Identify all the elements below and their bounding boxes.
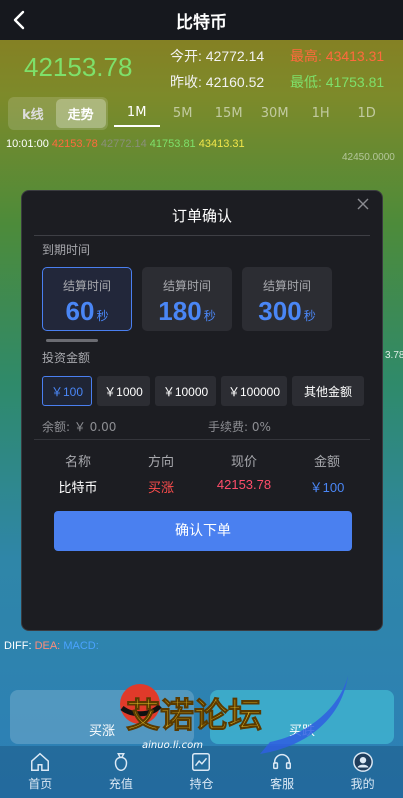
- tab-1h[interactable]: 1H: [298, 101, 344, 126]
- high-label: 最高:: [290, 48, 322, 64]
- time-option-label: 结算时间: [62, 279, 111, 293]
- prev-close-value: 42160.52: [205, 74, 265, 90]
- header-amount: 金额: [313, 455, 340, 470]
- back-arrow-icon[interactable]: [8, 8, 32, 32]
- tab-trend[interactable]: 走势: [55, 98, 106, 128]
- top-bar: 比特币: [0, 0, 403, 40]
- high-value: 43413.31: [325, 48, 385, 64]
- nav-mine-label: 我的: [350, 777, 375, 791]
- prev-close-label: 昨收:: [170, 74, 202, 90]
- order-direction: 买涨: [147, 481, 174, 496]
- time-option-unit: 秒: [96, 309, 109, 323]
- low-stat: 最低: 41753.81: [290, 72, 384, 92]
- time-option-300[interactable]: 结算时间 300 秒: [242, 267, 332, 331]
- nav-support[interactable]: 客服: [247, 751, 317, 792]
- low-label: 最低:: [290, 74, 322, 90]
- tick-time: 10:01:00: [6, 138, 49, 150]
- amount-label: 投资金额: [42, 351, 91, 365]
- open-stat: 今开: 42772.14: [170, 46, 264, 66]
- watermark-sub: ainuo.li.com: [142, 740, 203, 751]
- nav-recharge-label: 充值: [108, 777, 133, 791]
- time-option-value: 180: [158, 296, 202, 326]
- expiry-label: 到期时间: [42, 243, 91, 257]
- price-summary: 42153.78 今开: 42772.14 最高: 43413.31 昨收: 4…: [0, 40, 403, 92]
- tick-v2: 42772.14: [100, 138, 147, 150]
- tick-info: 10:01:00 42153.78 42772.14 41753.81 4341…: [6, 138, 245, 150]
- watermark-logo: 艾诺论坛 ainuo.li.com: [110, 676, 360, 756]
- tab-5m[interactable]: 5M: [160, 101, 206, 126]
- header-name: 名称: [64, 455, 91, 470]
- axis-top-label: 42450.0000: [342, 152, 395, 163]
- tab-1d[interactable]: 1D: [344, 101, 390, 126]
- tab-kline[interactable]: k线: [10, 99, 56, 128]
- amount-option-100[interactable]: ￥100: [42, 376, 92, 406]
- amount-option-10000[interactable]: ￥10000: [155, 376, 216, 406]
- open-value: 42772.14: [205, 48, 265, 64]
- tab-30m[interactable]: 30M: [252, 101, 298, 126]
- home-icon: [31, 752, 50, 771]
- close-icon[interactable]: [356, 197, 370, 211]
- tab-15m[interactable]: 15M: [206, 101, 252, 126]
- time-option-value: 300: [258, 296, 302, 326]
- chart-tabs: k线 走势 1M 5M 15M 30M 1H 1D: [8, 96, 403, 130]
- balance-text: 余额: ￥ 0.00: [42, 420, 117, 434]
- tab-1m[interactable]: 1M: [113, 100, 160, 127]
- divider: [34, 439, 370, 440]
- nav-home[interactable]: 首页: [5, 751, 75, 792]
- dialog-title: 订单确认: [171, 207, 232, 225]
- axis-mid-label: 3.78: [385, 350, 403, 361]
- tick-v4: 43413.31: [198, 138, 245, 150]
- order-name: 比特币: [58, 481, 98, 496]
- time-option-60[interactable]: 结算时间 60 秒: [42, 267, 132, 331]
- fee-text: 手续费: 0%: [208, 420, 271, 434]
- nav-home-label: 首页: [28, 777, 53, 791]
- header-direction: 方向: [147, 455, 174, 470]
- time-option-label: 结算时间: [162, 279, 211, 293]
- chart-type-toggle: k线 走势: [8, 96, 108, 130]
- selection-indicator: [46, 339, 98, 342]
- order-amount: ￥100: [309, 480, 345, 495]
- macd-label: MACD:: [63, 640, 99, 652]
- nav-recharge[interactable]: 充值: [86, 751, 156, 792]
- time-option-unit: 秒: [303, 309, 316, 323]
- divider: [34, 235, 370, 236]
- order-confirm-dialog: 订单确认 到期时间 结算时间 60 秒 结算时间 180 秒 结算时间 300 秒 投…: [21, 190, 383, 631]
- nav-support-label: 客服: [270, 777, 295, 791]
- macd-legend: DIFF: DEA: MACD:: [4, 640, 99, 652]
- low-value: 41753.81: [325, 74, 385, 90]
- diff-label: DIFF:: [4, 640, 32, 652]
- header-price: 现价: [230, 455, 257, 470]
- order-price: 42153.78: [216, 477, 272, 492]
- time-option-value: 60: [65, 296, 95, 326]
- high-stat: 最高: 43413.31: [290, 46, 384, 66]
- time-option-180[interactable]: 结算时间 180 秒: [142, 267, 232, 331]
- amount-option-100000[interactable]: ￥100000: [221, 376, 287, 406]
- nav-positions[interactable]: 持仓: [166, 751, 236, 792]
- time-option-label: 结算时间: [262, 279, 311, 293]
- amount-option-other[interactable]: 其他金额: [292, 376, 364, 406]
- prev-close-stat: 昨收: 42160.52: [170, 72, 264, 92]
- tick-v3: 41753.81: [149, 138, 196, 150]
- confirm-order-button[interactable]: 确认下单: [54, 511, 352, 551]
- open-label: 今开:: [170, 48, 202, 64]
- dea-label: DEA:: [34, 640, 61, 652]
- watermark-text: 艾诺论坛: [126, 696, 263, 737]
- page-title: 比特币: [176, 12, 227, 33]
- tick-v1: 42153.78: [51, 138, 98, 150]
- amount-option-1000[interactable]: ￥1000: [97, 376, 150, 406]
- nav-mine[interactable]: 我的: [328, 751, 398, 792]
- nav-positions-label: 持仓: [189, 777, 214, 791]
- current-price: 42153.78: [24, 52, 133, 82]
- time-option-unit: 秒: [203, 309, 216, 323]
